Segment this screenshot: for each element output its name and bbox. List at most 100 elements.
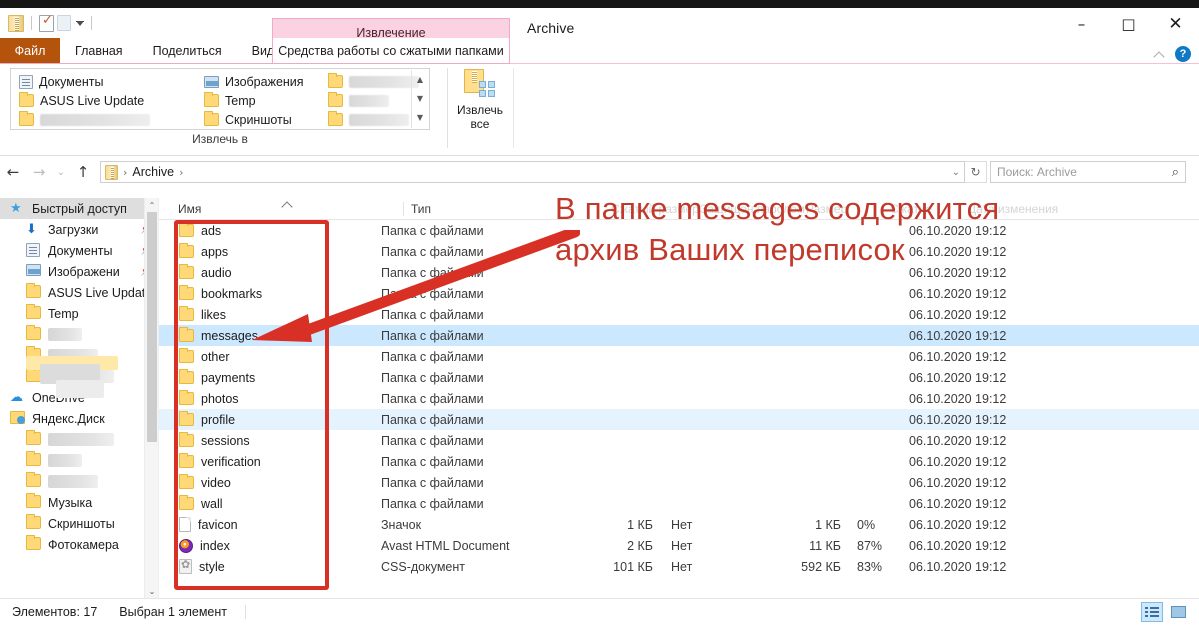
table-row[interactable]: likes Папка с файлами 06.10.2020 19:12 bbox=[159, 304, 1199, 325]
refresh-button[interactable]: ↻ bbox=[965, 161, 987, 183]
forward-button[interactable]: → bbox=[26, 159, 52, 185]
gallery-item-documents[interactable]: Документы bbox=[15, 72, 154, 91]
breadcrumb[interactable]: › Archive › ⌄ bbox=[100, 161, 965, 183]
sidebar-item-быстрый-доступ[interactable]: ★ Быстрый доступ bbox=[0, 198, 158, 219]
details-view-button[interactable] bbox=[1141, 602, 1163, 622]
table-row[interactable]: messages Папка с файлами 06.10.2020 19:12 bbox=[159, 325, 1199, 346]
file-name-cell[interactable]: photos bbox=[159, 390, 381, 406]
table-row[interactable]: bookmarks Папка с файлами 06.10.2020 19:12 bbox=[159, 283, 1199, 304]
table-row[interactable]: video Папка с файлами 06.10.2020 19:12 bbox=[159, 472, 1199, 493]
file-name-cell[interactable]: other bbox=[159, 348, 381, 364]
gallery-scroll-down-icon[interactable]: ▼ bbox=[417, 94, 423, 103]
table-row[interactable]: verification Папка с файлами 06.10.2020 19… bbox=[159, 451, 1199, 472]
table-row[interactable]: sessions Папка с файлами 06.10.2020 19:12 bbox=[159, 430, 1199, 451]
search-input[interactable]: Поиск: Archive ⌕ bbox=[990, 161, 1186, 183]
tab-home[interactable]: Главная bbox=[60, 38, 138, 64]
back-button[interactable]: ← bbox=[0, 159, 26, 185]
extract-to-gallery[interactable]: Документы ASUS Live Update Изображения T… bbox=[10, 68, 430, 130]
file-name-cell[interactable]: sessions bbox=[159, 432, 381, 448]
gallery-item-pictures[interactable]: Изображения bbox=[200, 72, 308, 91]
zip-icon[interactable] bbox=[8, 14, 24, 32]
file-name-cell[interactable]: bookmarks bbox=[159, 285, 381, 301]
sidebar-item-фотокамера[interactable]: Фотокамера bbox=[0, 534, 158, 555]
chevron-down-icon[interactable]: ⌄ bbox=[952, 167, 960, 178]
file-name-cell[interactable]: style bbox=[159, 559, 381, 574]
close-button[interactable]: ✕ bbox=[1152, 8, 1199, 40]
sidebar-item-музыка[interactable]: Музыка bbox=[0, 492, 158, 513]
navigation-pane-scrollbar[interactable]: ⌃ ⌄ bbox=[144, 198, 158, 598]
help-icon[interactable]: ? bbox=[1175, 46, 1191, 62]
search-icon[interactable]: ⌕ bbox=[1172, 165, 1179, 180]
breadcrumb-item-archive[interactable]: Archive bbox=[132, 165, 174, 179]
gallery-scrollbar[interactable]: ▲ ▼ ▼ bbox=[411, 70, 428, 128]
column-header-ratio[interactable]: Сжатие bbox=[890, 198, 932, 220]
gallery-item-screenshots[interactable]: Скриншоты bbox=[200, 110, 308, 129]
paste-icon[interactable] bbox=[57, 15, 71, 31]
file-name-cell[interactable]: profile bbox=[159, 411, 381, 427]
column-header-date-modified[interactable]: Дата изменения bbox=[968, 198, 1058, 220]
gallery-expand-icon[interactable]: ▼ bbox=[417, 114, 423, 122]
extract-all-button[interactable]: Извлечь все bbox=[452, 66, 508, 150]
collapse-ribbon-icon[interactable] bbox=[1154, 49, 1165, 60]
table-row[interactable]: index Avast HTML Document 2 КБ Нет 11 КБ 87% 0… bbox=[159, 535, 1199, 556]
table-row[interactable]: payments Папка с файлами 06.10.2020 19:12 bbox=[159, 367, 1199, 388]
sidebar-item-загрузки[interactable]: ⬇Загрузки📌 bbox=[0, 219, 158, 240]
minimize-button[interactable]: – bbox=[1058, 8, 1105, 40]
table-row[interactable]: apps Папка с файлами 06.10.2020 19:12 bbox=[159, 241, 1199, 262]
sidebar-item-документы[interactable]: Документы📌 bbox=[0, 240, 158, 261]
tab-file[interactable]: Файл bbox=[0, 38, 60, 64]
file-name-cell[interactable]: verification bbox=[159, 453, 381, 469]
scrollbar-thumb[interactable] bbox=[147, 212, 157, 442]
file-name-cell[interactable]: audio bbox=[159, 264, 381, 280]
table-row[interactable]: photos Папка с файлами 06.10.2020 19:12 bbox=[159, 388, 1199, 409]
table-row[interactable]: audio Папка с файлами 06.10.2020 19:12 bbox=[159, 262, 1199, 283]
scroll-down-icon[interactable]: ⌄ bbox=[145, 584, 159, 598]
gallery-item-temp[interactable]: Temp bbox=[200, 91, 308, 110]
sidebar-item-redacted-6[interactable] bbox=[0, 324, 158, 345]
chevron-down-icon[interactable] bbox=[76, 20, 84, 26]
sidebar-item-изображени[interactable]: Изображени📌 bbox=[0, 261, 158, 282]
up-button[interactable]: ↑ bbox=[70, 159, 96, 185]
file-name-cell[interactable]: wall bbox=[159, 495, 381, 511]
file-type-cell: Avast HTML Document bbox=[381, 538, 510, 553]
table-row[interactable]: other Папка с файлами 06.10.2020 19:12 bbox=[159, 346, 1199, 367]
gallery-item-asus-live-update[interactable]: ASUS Live Update bbox=[15, 91, 154, 110]
table-row[interactable]: favicon Значок 1 КБ Нет 1 КБ 0% 06.10.2020 19:… bbox=[159, 514, 1199, 535]
file-name-cell[interactable]: video bbox=[159, 474, 381, 490]
column-divider[interactable] bbox=[403, 202, 404, 216]
file-name-cell[interactable]: apps bbox=[159, 243, 381, 259]
sidebar-item-redacted-13[interactable] bbox=[0, 471, 158, 492]
column-header-size[interactable]: Размер bbox=[806, 198, 847, 220]
file-name-cell[interactable]: favicon bbox=[159, 517, 381, 532]
table-row[interactable]: profile Папка с файлами 06.10.2020 19:12 bbox=[159, 409, 1199, 430]
gallery-item-redacted[interactable] bbox=[15, 110, 154, 129]
sidebar-item-asus-live-updat[interactable]: ASUS Live Updat bbox=[0, 282, 158, 303]
column-header-password-protected[interactable]: Защищен паролем bbox=[700, 198, 805, 220]
sidebar-item-redacted-12[interactable] bbox=[0, 450, 158, 471]
table-row[interactable]: wall Папка с файлами 06.10.2020 19:12 bbox=[159, 493, 1199, 514]
sidebar-item-temp[interactable]: Temp bbox=[0, 303, 158, 324]
table-row[interactable]: ads Папка с файлами 06.10.2020 19:12 bbox=[159, 220, 1199, 241]
maximize-button[interactable]: □ bbox=[1105, 8, 1152, 40]
sidebar-item-яндекс-диск[interactable]: Яндекс.Диск bbox=[0, 408, 158, 429]
file-name-cell[interactable]: index bbox=[159, 538, 381, 553]
file-name-cell[interactable]: payments bbox=[159, 369, 381, 385]
file-name-cell[interactable]: ads bbox=[159, 222, 381, 238]
file-name-cell[interactable]: likes bbox=[159, 306, 381, 322]
column-header-name[interactable]: Имя bbox=[178, 198, 201, 220]
sidebar-item-redacted-11[interactable] bbox=[0, 429, 158, 450]
tab-compressed-folder-tools[interactable]: Средства работы со сжатыми папками bbox=[272, 38, 510, 64]
sidebar-item-скриншоты[interactable]: Скриншоты bbox=[0, 513, 158, 534]
breadcrumb-separator-2[interactable]: › bbox=[176, 166, 186, 179]
table-row[interactable]: style CSS-документ 101 КБ Нет 592 КБ 83% 06.10… bbox=[159, 556, 1199, 577]
column-header-type[interactable]: Тип bbox=[411, 198, 431, 220]
breadcrumb-dropdown[interactable]: ⌄ bbox=[952, 167, 960, 178]
recent-locations-button[interactable]: ⌄ bbox=[52, 159, 70, 185]
large-icons-view-button[interactable] bbox=[1167, 602, 1189, 622]
gallery-scroll-up-icon[interactable]: ▲ bbox=[417, 75, 423, 84]
scroll-up-icon[interactable]: ⌃ bbox=[145, 198, 159, 212]
properties-icon[interactable] bbox=[39, 13, 54, 32]
tab-share[interactable]: Поделиться bbox=[138, 38, 237, 64]
file-name-cell[interactable]: messages bbox=[159, 327, 381, 343]
column-header-compressed-size[interactable]: Сжатый размер bbox=[611, 198, 699, 220]
